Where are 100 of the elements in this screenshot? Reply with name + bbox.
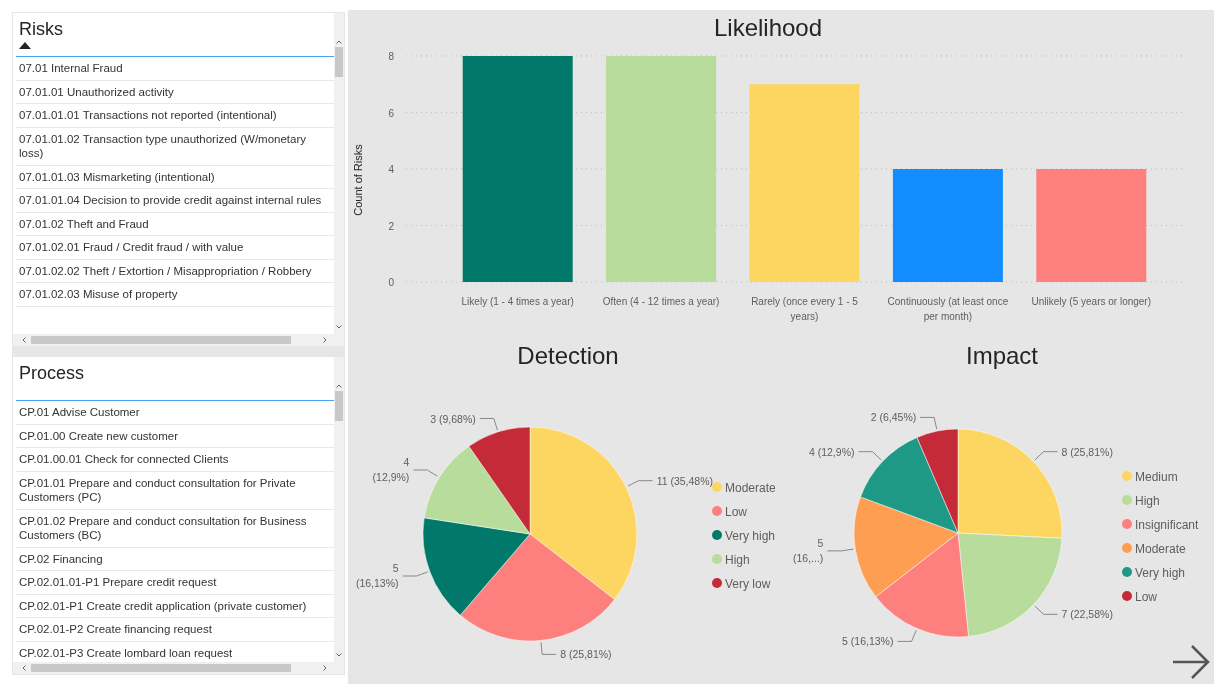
slicer-item[interactable]: CP.01 Advise Customer	[16, 401, 334, 425]
category-label: Rarely (once every 1 - 5 years)	[751, 296, 858, 322]
slicer-title: Process	[19, 363, 85, 384]
scrollbar-thumb[interactable]	[31, 664, 291, 672]
horizontal-scrollbar[interactable]	[13, 334, 344, 346]
legend-label[interactable]: Moderate	[725, 480, 776, 495]
legend-dot	[712, 482, 722, 492]
scroll-up-icon[interactable]	[335, 39, 343, 45]
legend-label[interactable]: High	[725, 552, 750, 567]
data-label: 2 (6,45%)	[870, 411, 917, 424]
legend-label[interactable]: Very high	[725, 528, 776, 543]
slicer-item[interactable]: 07.01.02.03 Misuse of property	[16, 283, 334, 307]
data-label: 8 (25,81%)	[1061, 445, 1113, 458]
leader-line	[479, 418, 498, 431]
scroll-left-icon[interactable]	[21, 336, 27, 344]
legend-dot	[1122, 519, 1132, 529]
data-label: 8 (25,81%)	[560, 648, 612, 661]
slicer-item[interactable]: 07.01.01.04 Decision to provide credit against internal rules	[16, 189, 334, 213]
chart-title: Detection	[517, 342, 619, 369]
sort-arrow-icon[interactable]	[19, 42, 31, 49]
slicer-title: Risks	[19, 19, 63, 40]
leader-line	[919, 416, 938, 430]
next-arrow-icon[interactable]	[1172, 644, 1210, 680]
legend-dot	[712, 506, 722, 516]
tick-label: 6	[388, 107, 394, 119]
legend-dot	[1122, 495, 1132, 505]
scroll-left-icon[interactable]	[21, 664, 27, 672]
pie-slice[interactable]	[468, 426, 531, 535]
slicer-item[interactable]: CP.02.01-P2 Create financing request	[16, 618, 334, 642]
tick-label: 8	[388, 51, 394, 62]
data-label: 3 (9,68%)	[430, 412, 476, 425]
data-label: 11 (35,48%)	[656, 474, 714, 487]
slicer-item[interactable]: CP.02.01.01-P1 Prepare credit request	[16, 571, 334, 595]
slicer-item[interactable]: 07.01.01.01 Transactions not reported (intentional)	[16, 104, 334, 128]
pie-slice[interactable]	[422, 517, 531, 616]
pie-slice[interactable]	[460, 533, 615, 642]
category-label: Likely (1 - 4 times a year)	[461, 296, 574, 307]
tick-label: 0	[388, 277, 394, 288]
legend-dot	[712, 530, 722, 540]
legend-label[interactable]: High	[1135, 493, 1160, 508]
slicer-item[interactable]: 07.01.02.01 Fraud / Credit fraud / with value	[16, 236, 334, 260]
legend-label[interactable]: Very low	[725, 576, 771, 591]
data-label: 5 (16,13%)	[355, 562, 399, 589]
leader-line	[402, 571, 429, 577]
slicer-item[interactable]: 07.01 Internal Fraud	[16, 57, 334, 81]
pie-slice[interactable]	[916, 428, 959, 534]
scroll-up-icon[interactable]	[335, 383, 343, 389]
slicer-item[interactable]: CP.01.00 Create new customer	[16, 424, 334, 448]
leader-line	[1034, 605, 1058, 615]
slicer-item[interactable]: CP.02.01-P1 Create credit application (private customer)	[16, 594, 334, 618]
chart-title: Likelihood	[713, 14, 823, 41]
slicer-item[interactable]: 07.01.01.03 Mismarketing (intentional)	[16, 165, 334, 189]
scrollbar-thumb[interactable]	[335, 47, 343, 77]
slicer-item[interactable]: 07.01.01 Unauthorized activity	[16, 80, 334, 104]
category-label: Unlikely (5 years or longer)	[1031, 296, 1152, 307]
leader-line	[858, 451, 882, 461]
vertical-scrollbar[interactable]	[334, 357, 344, 662]
category-label: Often (4 - 12 times a year)	[602, 296, 720, 307]
legend-dot	[712, 554, 722, 564]
horizontal-scrollbar[interactable]	[13, 662, 344, 674]
scroll-right-icon[interactable]	[322, 664, 328, 672]
vertical-scrollbar[interactable]	[334, 13, 344, 334]
scroll-down-icon[interactable]	[335, 324, 343, 330]
legend-label[interactable]: Low	[725, 504, 747, 519]
data-label: 5 (16,13%)	[842, 635, 894, 648]
data-label: 4 (12,9%)	[808, 445, 855, 458]
legend-label[interactable]: Low	[1135, 589, 1157, 604]
slicer-item[interactable]: CP.01.00.01 Check for connected Clients	[16, 448, 334, 472]
legend-dot	[1122, 591, 1132, 601]
slicer-item[interactable]: 07.01.02.02 Theft / Extortion / Misappropriation / Robbery	[16, 259, 334, 283]
leader-line	[412, 469, 438, 477]
leader-line	[1034, 451, 1058, 461]
legend-label[interactable]: Moderate	[1135, 541, 1186, 556]
axis-title: Count of Risks	[352, 144, 364, 216]
legend-dot	[1122, 567, 1132, 577]
legend-dot	[1122, 543, 1132, 553]
legend-dot	[1122, 471, 1132, 481]
slicer-item[interactable]: CP.02 Financing	[16, 547, 334, 571]
pie-slice[interactable]	[860, 437, 959, 534]
pie-slice[interactable]	[424, 445, 531, 535]
pie-slice[interactable]	[853, 496, 959, 597]
data-label: 5 (16,...)	[793, 536, 824, 564]
tick-label: 2	[388, 220, 394, 232]
slicer-item[interactable]: 07.01.02 Theft and Fraud	[16, 212, 334, 236]
legend-label[interactable]: Medium	[1135, 469, 1178, 484]
scroll-down-icon[interactable]	[335, 652, 343, 658]
scrollbar-thumb[interactable]	[31, 336, 291, 344]
legend-label[interactable]: Very high	[1135, 565, 1186, 580]
leader-line	[540, 641, 557, 655]
data-label: 4 (12,9%)	[372, 456, 410, 483]
scroll-right-icon[interactable]	[322, 336, 328, 344]
legend-dot	[712, 578, 722, 588]
legend-label[interactable]: Insignificant	[1135, 517, 1199, 532]
leader-line	[826, 548, 854, 552]
scrollbar-thumb[interactable]	[335, 391, 343, 421]
category-label: Continuously (at least once per month)	[887, 296, 1009, 322]
tick-label: 4	[388, 164, 394, 175]
chart-title: Impact	[966, 342, 1038, 369]
data-label: 7 (22,58%)	[1061, 608, 1113, 621]
leader-line	[627, 480, 654, 487]
